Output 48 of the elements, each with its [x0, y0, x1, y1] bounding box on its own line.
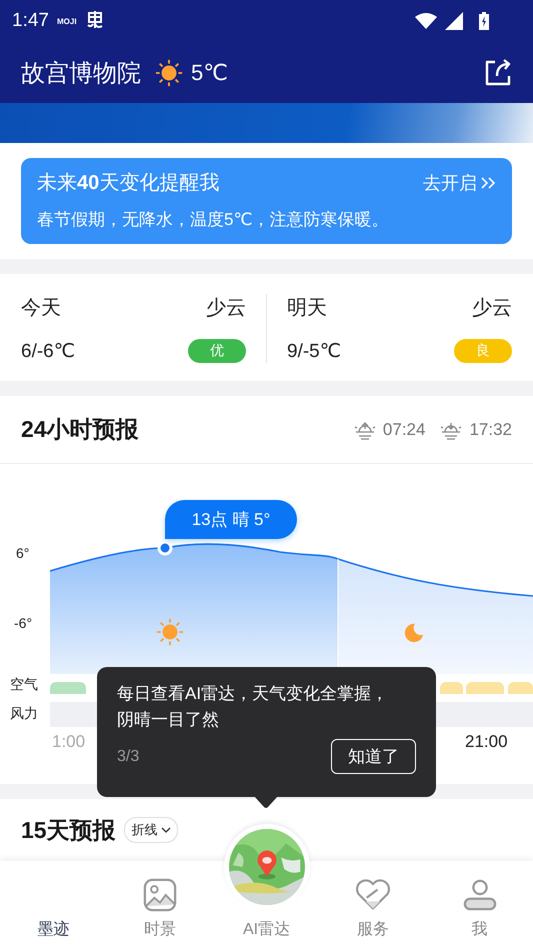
sunrise-time: 07:24	[382, 420, 426, 440]
nav-tab[interactable]: 墨迹	[0, 861, 107, 948]
got-it-button[interactable]: 知道了	[331, 739, 416, 774]
hour-label: 1:00	[52, 732, 86, 752]
nav-tab[interactable]: 时景	[106, 861, 214, 948]
double-chevron-icon	[480, 176, 496, 190]
nav-tab[interactable]: 我	[426, 861, 533, 948]
row-label: 风力	[10, 705, 38, 723]
caret-icon	[160, 827, 171, 833]
sunset-time: 17:32	[469, 420, 512, 440]
sun-icon	[155, 58, 183, 86]
chart-mode-dropdown[interactable]: 折线	[124, 817, 178, 843]
app-label: MOJI	[56, 16, 77, 26]
moon-icon	[402, 622, 424, 644]
share-icon[interactable]	[483, 58, 513, 88]
reminder-message: 春节假期，无降水，温度5℃，注意防寒保暖。	[37, 209, 390, 231]
signal-icon	[445, 12, 463, 30]
hour-label: 21:00	[465, 732, 508, 752]
axis-label: 6°	[16, 545, 30, 561]
hour-tooltip: 13点 晴 5°	[165, 500, 297, 539]
day-name: 今天	[21, 296, 61, 321]
wifi-icon	[415, 13, 437, 29]
step-counter: 3/3	[117, 748, 140, 766]
person-icon	[462, 878, 498, 912]
day-condition: 少云	[472, 296, 512, 321]
sunrise-icon	[352, 420, 377, 440]
reminder-card[interactable]: 未来40天变化提醒我 去开启 春节假期，无降水，温度5℃，注意防寒保暖。	[21, 158, 512, 244]
guide-message: 每日查看AI雷达，天气变化全掌握，阴晴一目了然	[117, 683, 390, 731]
day-temperature: 9/-5℃	[287, 340, 342, 362]
heart-icon	[354, 878, 391, 912]
air-quality-badge: 优	[188, 339, 246, 363]
current-temperature: 5℃	[191, 60, 228, 86]
axis-label: -6°	[14, 615, 32, 631]
day-temperature: 6/-6℃	[21, 340, 76, 362]
status-time: 1:47	[12, 10, 49, 32]
day-condition: 少云	[206, 296, 246, 321]
nav-tab[interactable]: 服务	[320, 861, 426, 948]
battery-icon	[479, 12, 489, 30]
sun-icon	[156, 618, 184, 646]
image-icon	[142, 878, 178, 912]
enable-link[interactable]: 去开启	[423, 170, 477, 194]
air-quality-badge: 良	[454, 339, 512, 363]
reminder-title: 未来40天变化提醒我	[37, 171, 220, 196]
day-name: 明天	[287, 296, 327, 321]
location-title: 故宫博物院	[21, 58, 141, 88]
section-title: 24小时预报	[21, 415, 139, 444]
section-title: 15天预报	[21, 816, 116, 844]
row-label: 空气	[10, 676, 38, 694]
